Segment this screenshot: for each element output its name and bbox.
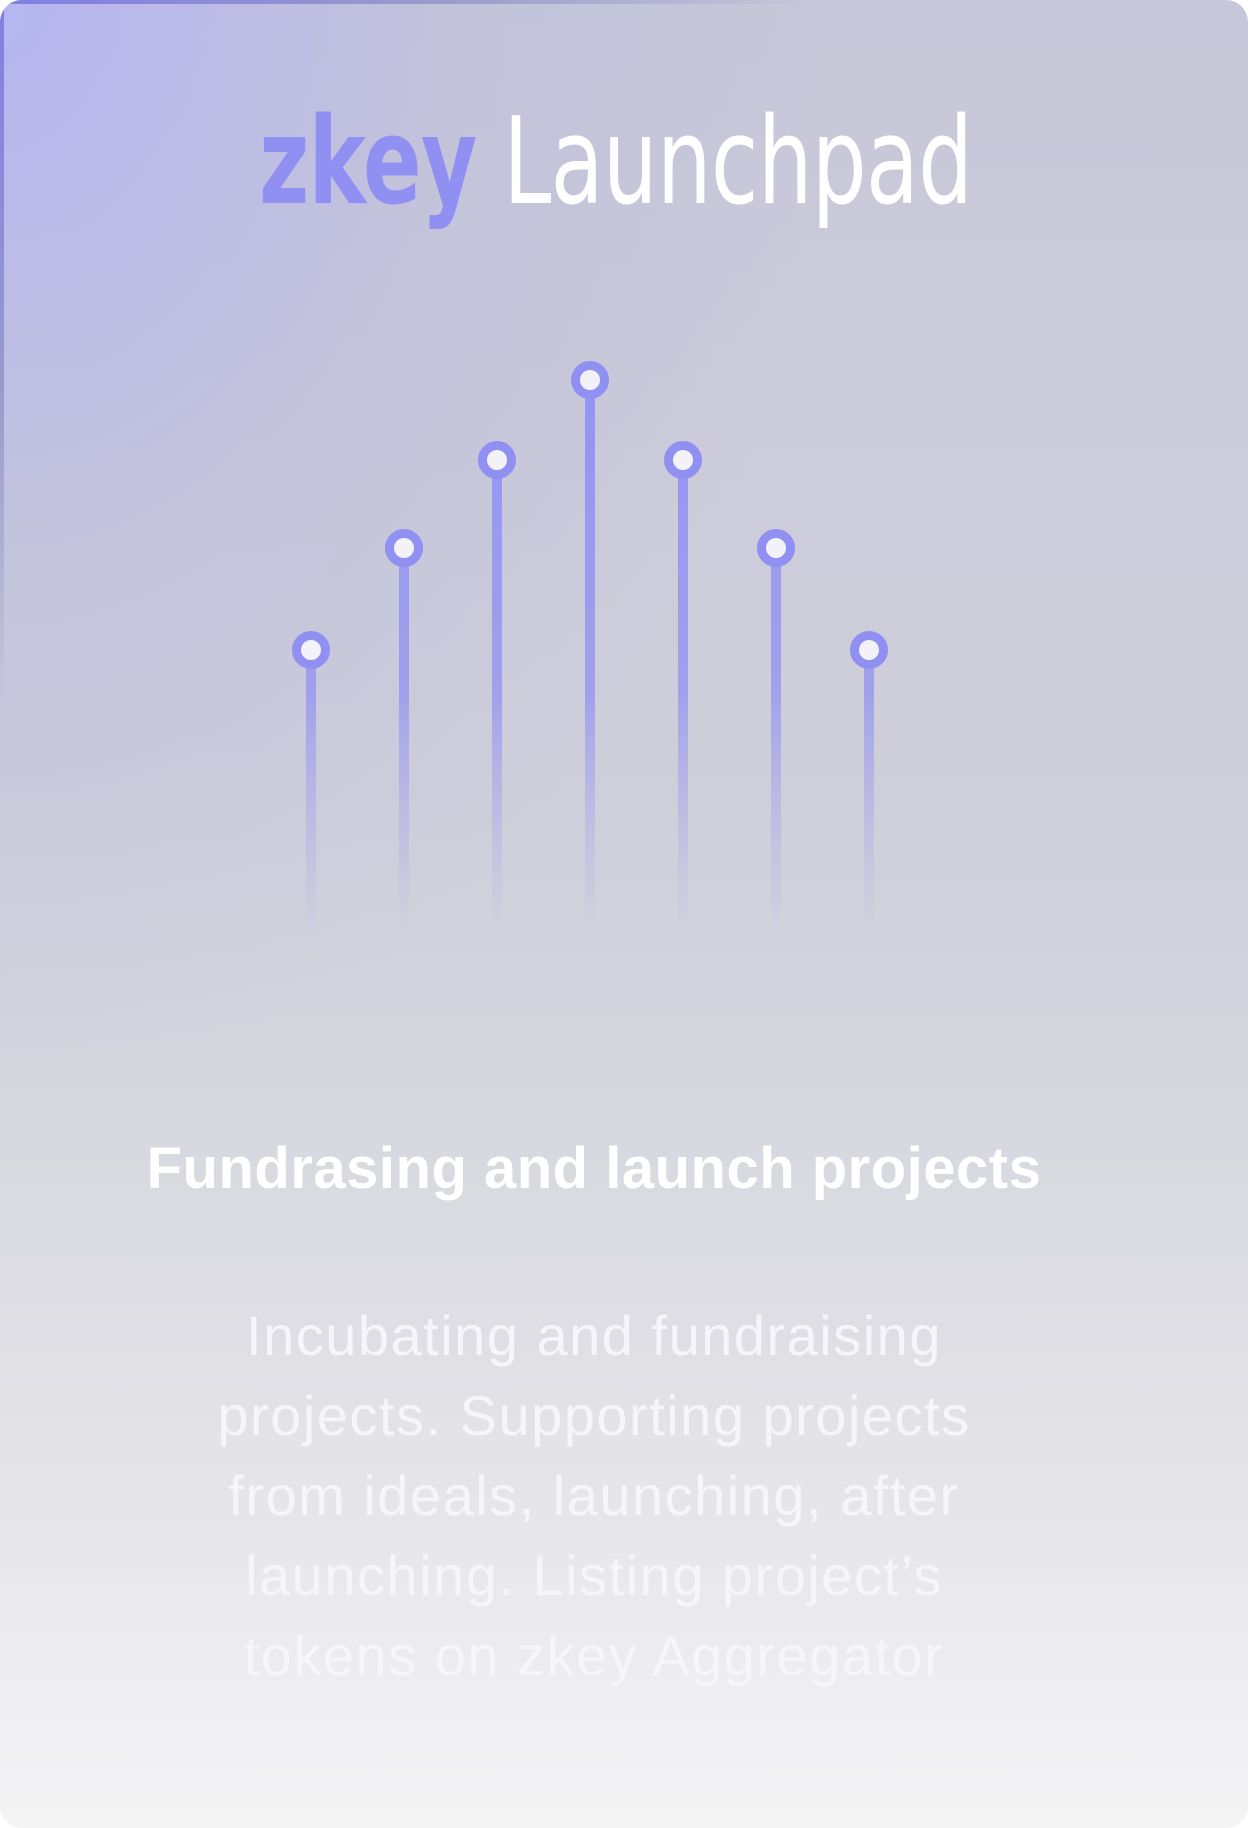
card-subtitle: Fundrasing and launch projects — [146, 1136, 1042, 1201]
card-description: Incubating and fundraising projects. Sup… — [217, 1304, 971, 1687]
pin-head — [571, 361, 609, 399]
pin-head — [385, 529, 423, 567]
pin-head — [757, 529, 795, 567]
pin-head — [664, 441, 702, 479]
pin-head — [850, 631, 888, 669]
launchpad-card: zkey Launchpad Fundrasing and launch pro… — [0, 0, 1248, 1828]
pin-head — [478, 441, 516, 479]
pin-head — [292, 631, 330, 669]
